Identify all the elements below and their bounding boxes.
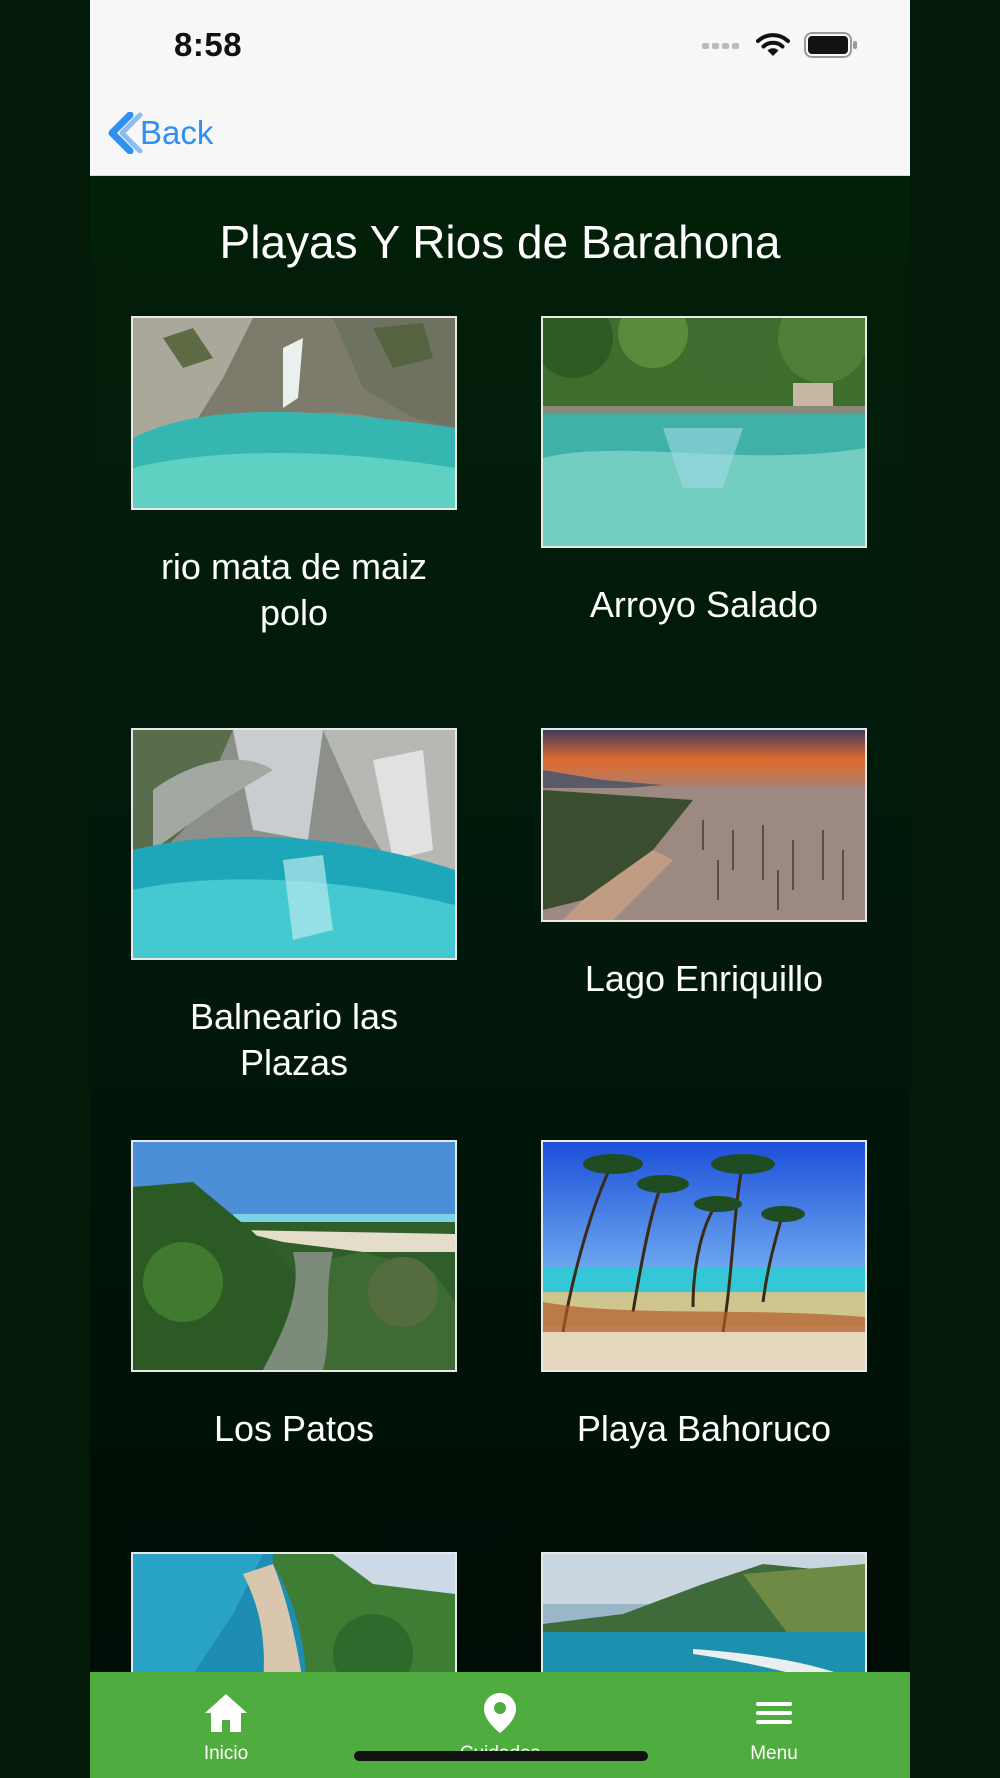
navigation-bar: Back [90,90,910,176]
place-card[interactable]: rio mata de maiz polo [131,316,457,636]
place-card[interactable]: Arroyo Salado [541,316,867,628]
menu-icon [756,1702,792,1724]
page-title: Playas Y Rios de Barahona [219,216,781,268]
place-name: Balneario las Plazas [189,996,399,1083]
place-name: Arroyo Salado [589,584,819,625]
place-name: Los Patos [213,1408,375,1449]
place-photo[interactable] [131,1140,457,1372]
place-photo[interactable] [541,728,867,922]
wifi-icon [756,33,790,56]
place-card[interactable]: Playa Bahoruco [541,1140,867,1452]
phone-screen: 8:58 Back Playas Y Rios de Barahona rio … [90,0,910,1778]
place-card[interactable]: Lago Enriquillo [541,728,867,1002]
map-pin-icon [484,1693,516,1733]
tab-bar: Inicio Cuidades Menu [90,1672,910,1778]
tab-label: Inicio [203,1743,249,1764]
battery-icon [804,32,857,58]
place-card[interactable]: Los Patos [131,1140,457,1452]
signal-icon [702,43,739,49]
tab-menu[interactable]: Menu [694,1692,854,1765]
place-photo[interactable] [131,728,457,960]
home-icon [205,1694,247,1732]
place-name: rio mata de maiz polo [160,546,428,633]
tab-inicio[interactable]: Inicio [146,1692,306,1765]
place-name: Lago Enriquillo [584,958,824,999]
place-photo[interactable] [541,316,867,548]
place-photo[interactable] [541,1140,867,1372]
status-icons [702,30,858,60]
back-label: Back [140,114,214,151]
home-indicator[interactable] [354,1751,648,1761]
status-time: 8:58 [174,26,243,63]
back-button[interactable]: Back [106,108,213,158]
place-photo[interactable] [131,316,457,510]
place-card[interactable]: Balneario las Plazas [131,728,457,1086]
status-bar: 8:58 [90,0,910,90]
place-name: Playa Bahoruco [576,1408,832,1449]
tab-label: Menu [750,1743,798,1764]
